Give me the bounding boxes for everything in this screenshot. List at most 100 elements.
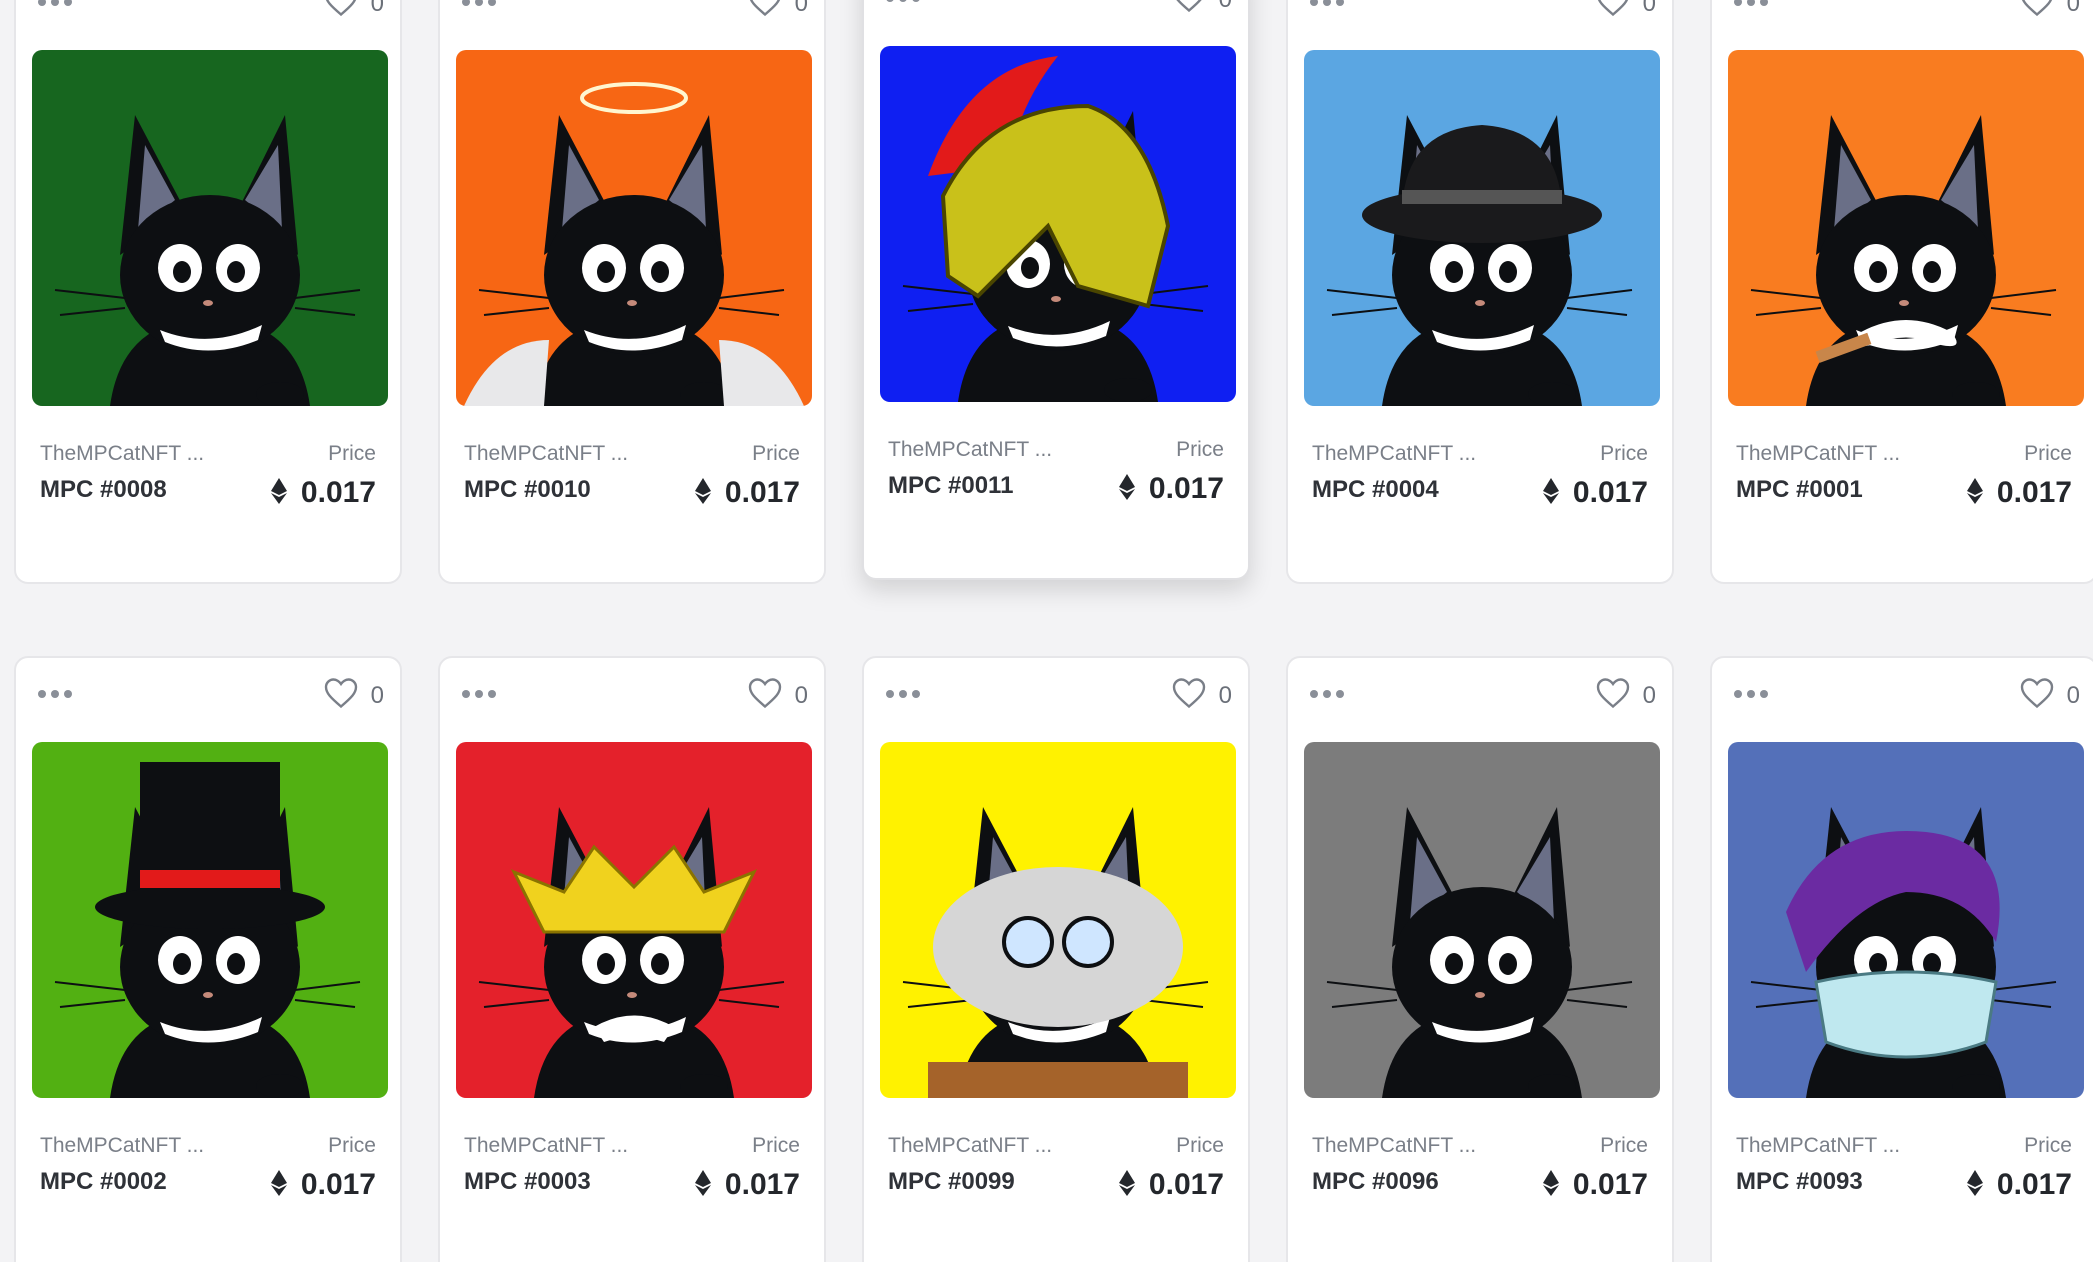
ethereum-icon [1118, 473, 1135, 505]
collection-name[interactable]: TheMPCatNFT ... [464, 1134, 628, 1158]
nft-name[interactable]: MPC #0001 [1736, 476, 1863, 504]
nft-card[interactable]: 0 TheMPCatNFT ... MPC #0096 Price 0.017 [1286, 656, 1674, 1262]
nft-card[interactable]: 0 TheMPCatNFT ... MPC #0099 Price 0.017 [862, 656, 1250, 1262]
like-button[interactable]: 0 [1171, 676, 1232, 715]
price-label: Price [1176, 438, 1224, 461]
card-header: 0 [886, 678, 1232, 722]
ethereum-icon [1966, 1169, 1983, 1201]
collection-name[interactable]: TheMPCatNFT ... [40, 1134, 204, 1158]
nft-image[interactable] [880, 46, 1236, 402]
price: 0.017 [1542, 476, 1648, 510]
nft-name[interactable]: MPC #0002 [40, 1168, 167, 1196]
nft-card[interactable]: 0 TheMPCatNFT ... MPC #0008 Price 0.017 [14, 0, 402, 584]
nft-image[interactable] [32, 50, 388, 406]
heart-icon [2019, 0, 2055, 23]
nft-card[interactable]: 0 TheMPCatNFT ... MPC #0001 Price 0.017 [1710, 0, 2093, 584]
nft-name[interactable]: MPC #0093 [1736, 1168, 1863, 1196]
price-value: 0.017 [1996, 1168, 2072, 1201]
collection-name[interactable]: TheMPCatNFT ... [1312, 1134, 1476, 1158]
collection-name[interactable]: TheMPCatNFT ... [464, 442, 628, 466]
nft-card[interactable]: 0 TheMPCatNFT ... MPC #0093 Price 0.017 [1710, 656, 2093, 1262]
more-options-icon[interactable] [38, 0, 72, 6]
nft-card[interactable]: 0 TheMPCatNFT ... MPC #0010 Price 0.017 [438, 0, 826, 584]
heart-icon [1171, 0, 1207, 19]
collection-name[interactable]: TheMPCatNFT ... [888, 1134, 1052, 1158]
card-header: 0 [462, 0, 808, 30]
collection-name[interactable]: TheMPCatNFT ... [40, 442, 204, 466]
nft-image[interactable] [456, 742, 812, 1098]
collection-name[interactable]: TheMPCatNFT ... [1736, 442, 1900, 466]
more-options-icon[interactable] [886, 0, 920, 2]
nft-image[interactable] [880, 742, 1236, 1098]
like-button[interactable]: 0 [2019, 676, 2080, 715]
nft-name[interactable]: MPC #0096 [1312, 1168, 1439, 1196]
card-header: 0 [462, 678, 808, 722]
ethereum-icon [694, 477, 711, 509]
price-label: Price [1176, 1134, 1224, 1157]
heart-icon [1595, 676, 1631, 715]
price: 0.017 [270, 1168, 376, 1202]
price-value: 0.017 [1996, 476, 2072, 509]
more-options-icon[interactable] [1734, 0, 1768, 6]
nft-card[interactable]: 0 TheMPCatNFT ... MPC #0002 Price 0.017 [14, 656, 402, 1262]
like-count: 0 [794, 681, 808, 709]
nft-card[interactable]: 0 TheMPCatNFT ... MPC #0004 Price 0.017 [1286, 0, 1674, 584]
ethereum-icon [270, 1169, 287, 1201]
like-button[interactable]: 0 [1171, 0, 1232, 19]
ethereum-icon [1542, 1169, 1559, 1201]
nft-name[interactable]: MPC #0099 [888, 1168, 1015, 1196]
more-options-icon[interactable] [462, 690, 496, 698]
price-label: Price [752, 1134, 800, 1157]
card-header: 0 [1310, 678, 1656, 722]
heart-icon [747, 676, 783, 715]
heart-icon [747, 0, 783, 23]
more-options-icon[interactable] [1310, 0, 1344, 6]
collection-name[interactable]: TheMPCatNFT ... [888, 438, 1052, 462]
nft-name[interactable]: MPC #0010 [464, 476, 591, 504]
price-value: 0.017 [724, 476, 800, 509]
price: 0.017 [1542, 1168, 1648, 1202]
like-count: 0 [370, 0, 384, 17]
nft-name[interactable]: MPC #0011 [888, 472, 1013, 500]
price: 0.017 [270, 476, 376, 510]
nft-name[interactable]: MPC #0004 [1312, 476, 1439, 504]
nft-card[interactable]: 0 TheMPCatNFT ... MPC #0003 Price 0.017 [438, 656, 826, 1262]
price-label: Price [328, 442, 376, 465]
like-count: 0 [1218, 681, 1232, 709]
nft-image[interactable] [456, 50, 812, 406]
nft-name[interactable]: MPC #0008 [40, 476, 167, 504]
more-options-icon[interactable] [462, 0, 496, 6]
price: 0.017 [1966, 1168, 2072, 1202]
heart-icon [323, 676, 359, 715]
nft-image[interactable] [32, 742, 388, 1098]
more-options-icon[interactable] [1734, 690, 1768, 698]
collection-name[interactable]: TheMPCatNFT ... [1312, 442, 1476, 466]
price-value: 0.017 [300, 476, 376, 509]
more-options-icon[interactable] [38, 690, 72, 698]
like-count: 0 [370, 681, 384, 709]
ethereum-icon [694, 1169, 711, 1201]
nft-card[interactable]: 0 TheMPCatNFT ... MPC #0011 Price [862, 0, 1250, 580]
price: 0.017 [1966, 476, 2072, 510]
more-options-icon[interactable] [886, 690, 920, 698]
like-button[interactable]: 0 [2019, 0, 2080, 23]
like-button[interactable]: 0 [1595, 0, 1656, 23]
nft-image[interactable] [1728, 742, 2084, 1098]
nft-name[interactable]: MPC #0003 [464, 1168, 591, 1196]
like-button[interactable]: 0 [323, 0, 384, 23]
like-button[interactable]: 0 [323, 676, 384, 715]
nft-image[interactable] [1728, 50, 2084, 406]
price-value: 0.017 [1148, 472, 1224, 505]
like-button[interactable]: 0 [1595, 676, 1656, 715]
like-button[interactable]: 0 [747, 0, 808, 23]
more-options-icon[interactable] [1310, 690, 1344, 698]
price-label: Price [2024, 442, 2072, 465]
nft-image[interactable] [1304, 742, 1660, 1098]
nft-image[interactable] [1304, 50, 1660, 406]
heart-icon [1595, 0, 1631, 23]
price: 0.017 [1118, 1168, 1224, 1202]
like-count: 0 [1642, 0, 1656, 17]
price-label: Price [1600, 1134, 1648, 1157]
like-button[interactable]: 0 [747, 676, 808, 715]
collection-name[interactable]: TheMPCatNFT ... [1736, 1134, 1900, 1158]
